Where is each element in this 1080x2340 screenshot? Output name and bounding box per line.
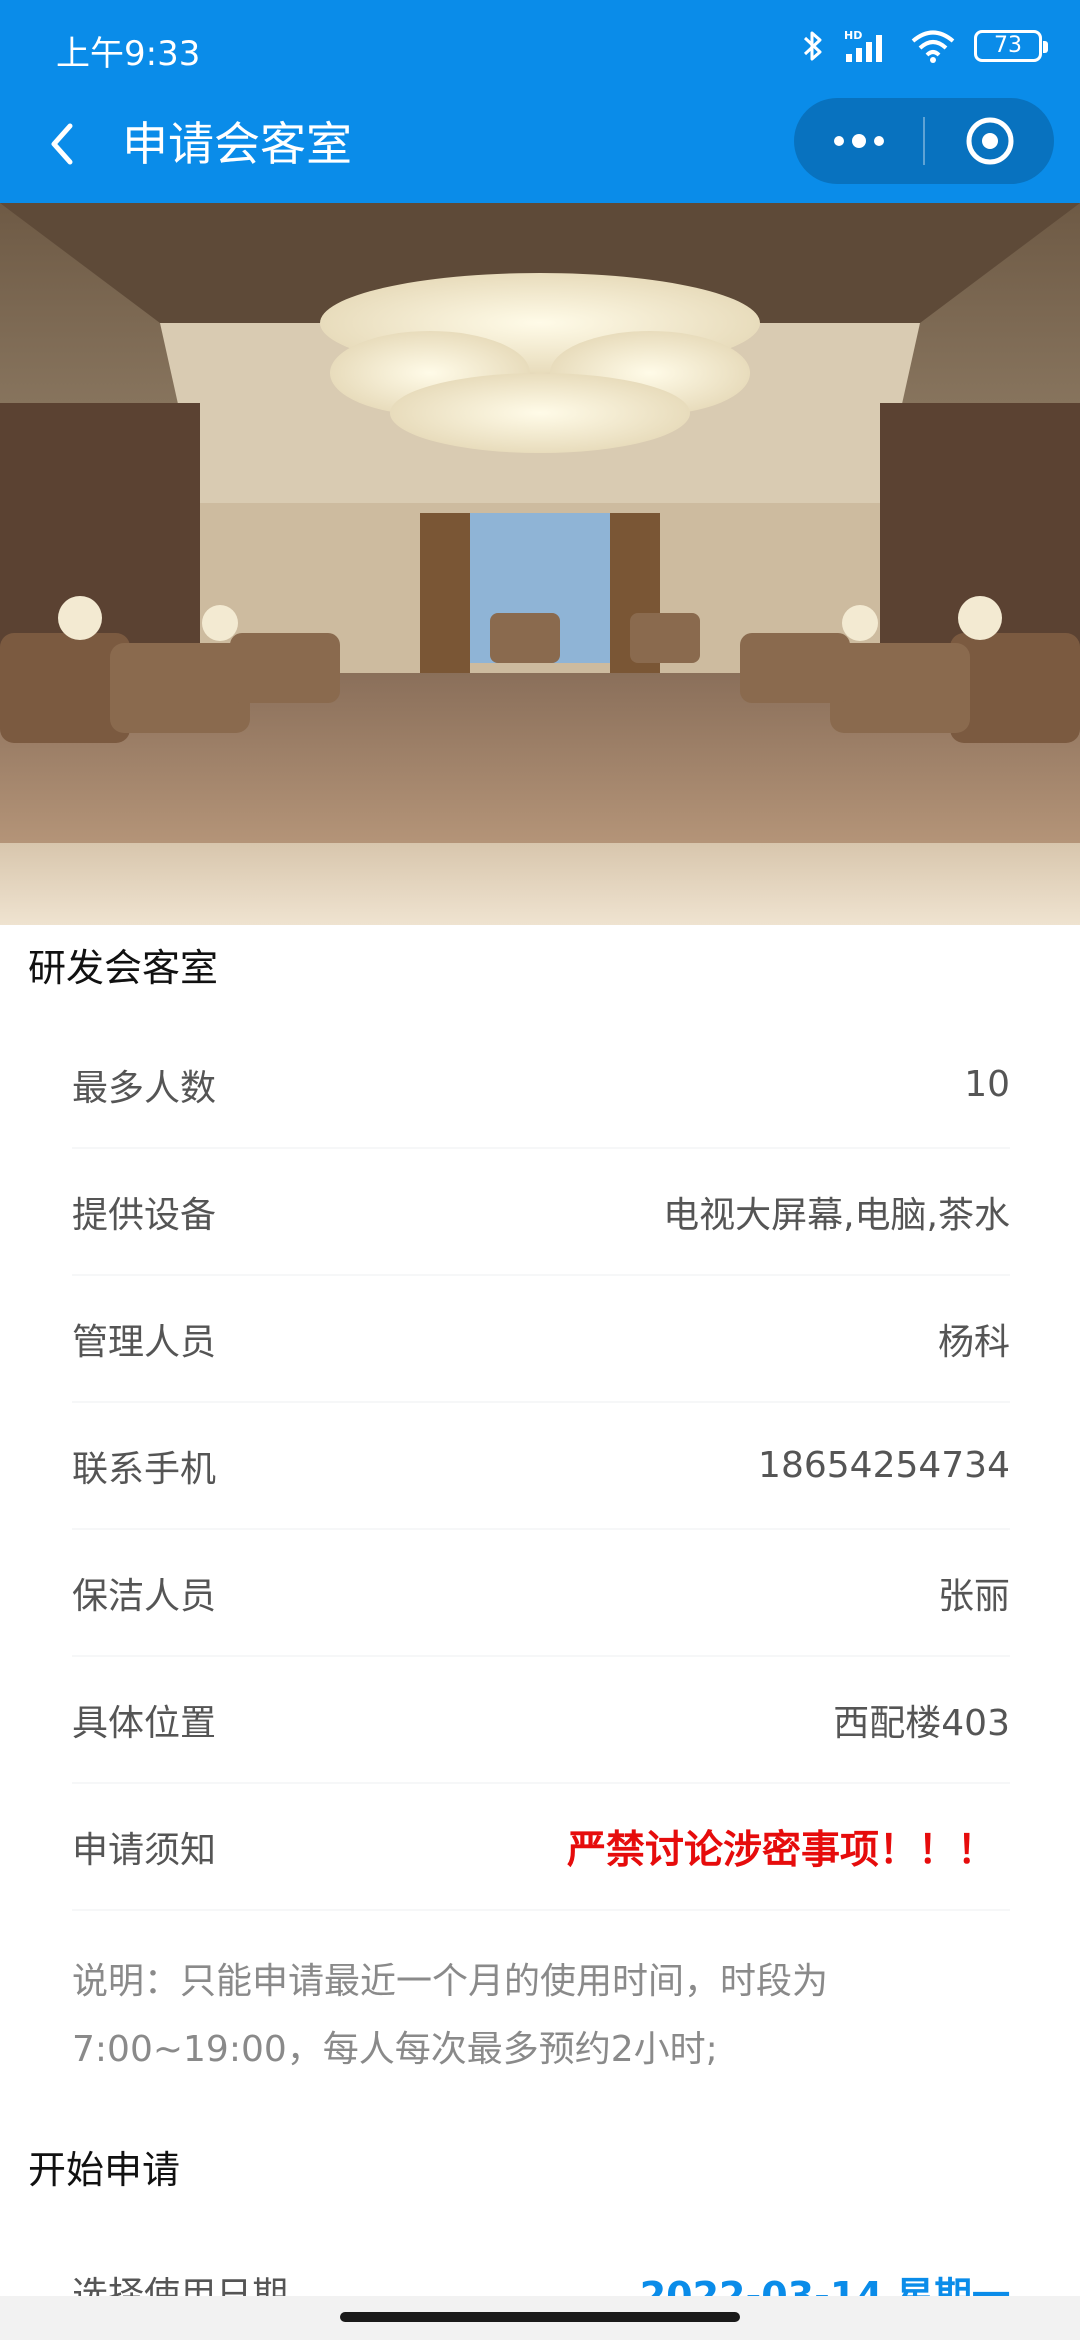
detail-label: 提供设备 bbox=[72, 1194, 217, 1236]
detail-label: 联系手机 bbox=[72, 1448, 217, 1490]
svg-text:HD: HD bbox=[844, 29, 862, 42]
home-indicator[interactable] bbox=[340, 2312, 740, 2322]
room-name: 研发会客室 bbox=[28, 946, 219, 990]
detail-value: 杨科 bbox=[937, 1321, 1010, 1363]
detail-label: 具体位置 bbox=[72, 1702, 217, 1744]
detail-row-phone: 联系手机 18654254734 bbox=[72, 1403, 1010, 1530]
detail-row-equipment: 提供设备 电视大屏幕,电脑,茶水 bbox=[72, 1149, 1010, 1276]
detail-row-cleaner: 保洁人员 张丽 bbox=[72, 1530, 1010, 1657]
room-photo bbox=[0, 203, 1080, 925]
status-icons: HD 73 bbox=[802, 22, 1048, 70]
detail-label: 保洁人员 bbox=[72, 1575, 217, 1617]
target-circle-icon bbox=[966, 117, 1013, 165]
detail-row-manager: 管理人员 杨科 bbox=[72, 1276, 1010, 1403]
mini-program-capsule bbox=[794, 98, 1054, 184]
more-dots-icon bbox=[833, 134, 884, 148]
wifi-icon bbox=[910, 28, 956, 64]
detail-row-notice: 申请须知 严禁讨论涉密事项！！！ bbox=[72, 1784, 1010, 1911]
status-bar: 上午9:33 HD 73 bbox=[0, 0, 1080, 92]
close-button[interactable] bbox=[925, 98, 1054, 184]
reception-room-image bbox=[0, 203, 1080, 925]
bluetooth-icon bbox=[802, 28, 824, 64]
page-title: 申请会客室 bbox=[122, 117, 352, 171]
detail-label: 最多人数 bbox=[72, 1067, 217, 1109]
detail-label: 管理人员 bbox=[72, 1321, 217, 1363]
detail-value[interactable]: 18654254734 bbox=[758, 1445, 1010, 1486]
detail-label: 申请须知 bbox=[72, 1829, 217, 1871]
more-button[interactable] bbox=[794, 98, 923, 184]
apply-section-title: 开始申请 bbox=[28, 2148, 181, 2192]
notice-warning: 严禁讨论涉密事项！！！ bbox=[566, 1827, 996, 1873]
usage-note: 说明：只能申请最近一个月的使用时间，时段为7:00~19:00，每人每次最多预约… bbox=[72, 1961, 829, 2070]
status-time: 上午9:33 bbox=[56, 34, 201, 74]
top-bar: 上午9:33 HD 73 申请会客室 bbox=[0, 0, 1080, 203]
chevron-left-icon bbox=[51, 123, 73, 165]
back-button[interactable] bbox=[36, 114, 96, 174]
room-detail-list: 最多人数 10 提供设备 电视大屏幕,电脑,茶水 管理人员 杨科 联系手机 18… bbox=[72, 1022, 1010, 1911]
detail-row-location: 具体位置 西配楼403 bbox=[72, 1657, 1010, 1784]
detail-value: 电视大屏幕,电脑,茶水 bbox=[663, 1194, 1010, 1236]
navbar: 申请会客室 bbox=[0, 92, 1080, 203]
detail-value: 张丽 bbox=[937, 1575, 1010, 1617]
battery-icon: 73 bbox=[974, 30, 1048, 62]
detail-row-capacity: 最多人数 10 bbox=[72, 1022, 1010, 1149]
detail-value: 西配楼403 bbox=[833, 1702, 1010, 1744]
detail-value: 10 bbox=[964, 1064, 1010, 1105]
hd-signal-icon: HD bbox=[842, 28, 892, 64]
